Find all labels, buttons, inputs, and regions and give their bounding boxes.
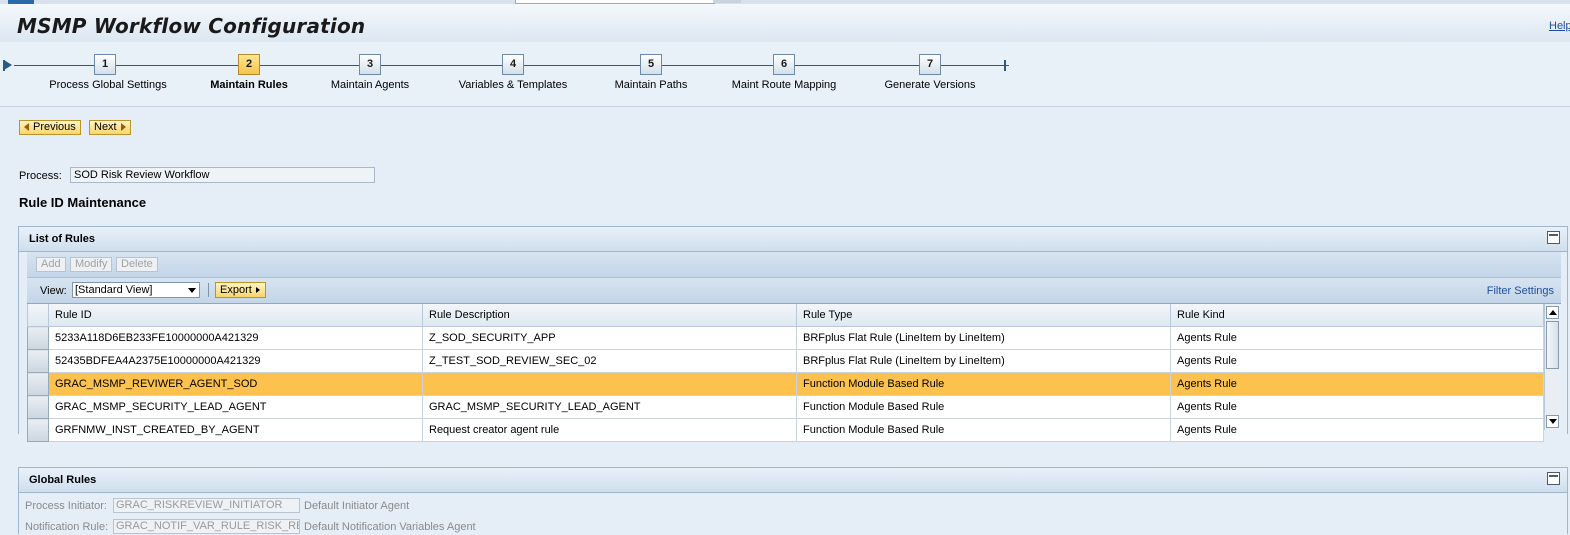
column-header-rule-id[interactable]: Rule ID — [48, 304, 423, 327]
table-row[interactable]: GRAC_MSMP_SECURITY_LEAD_AGENT GRAC_MSMP_… — [27, 395, 1544, 419]
roadmap-label-5[interactable]: Maintain Paths — [615, 79, 688, 91]
rules-toolbar: Add Modify Delete — [27, 252, 1561, 278]
select-all-cell[interactable] — [27, 304, 49, 327]
global-rules-title: Global Rules — [29, 474, 97, 486]
filter-settings-link[interactable]: Filter Settings — [1487, 285, 1554, 297]
rule-type-cell: Function Module Based Rule — [796, 418, 1171, 442]
roadmap-start-arrow-icon — [4, 60, 12, 70]
view-select[interactable]: [Standard View] — [72, 282, 200, 298]
scroll-down-icon[interactable] — [1546, 415, 1559, 428]
rule-description-cell: Request creator agent rule — [422, 418, 797, 442]
scroll-up-icon[interactable] — [1546, 306, 1559, 319]
vertical-scrollbar[interactable] — [1544, 304, 1561, 430]
list-of-rules-title: List of Rules — [29, 233, 96, 245]
table-header-row: Rule ID Rule Description Rule Type Rule … — [27, 304, 1544, 327]
process-initiator-field[interactable]: GRAC_RISKREVIEW_INITIATOR — [113, 498, 300, 513]
page-header: MSMP Workflow Configuration Help — [0, 4, 1570, 43]
roadmap-label-3[interactable]: Maintain Agents — [331, 79, 409, 91]
column-header-rule-type[interactable]: Rule Type — [796, 304, 1171, 327]
dropdown-triangle-icon — [255, 287, 260, 294]
rule-description-cell — [422, 372, 797, 396]
row-selector[interactable] — [27, 349, 49, 373]
rule-type-cell: Function Module Based Rule — [796, 372, 1171, 396]
list-of-rules-body: Add Modify Delete View: [Standard View] … — [19, 252, 1567, 442]
notification-rule-description: Default Notification Variables Agent — [304, 521, 476, 533]
view-toolbar: View: [Standard View] Export Filter Sett… — [27, 278, 1561, 304]
arrow-right-icon — [120, 123, 126, 132]
rule-description-cell: Z_TEST_SOD_REVIEW_SEC_02 — [422, 349, 797, 373]
roadmap: 1 Process Global Settings 2 Maintain Rul… — [0, 42, 1570, 107]
rule-type-cell: BRFplus Flat Rule (LineItem by LineItem) — [796, 326, 1171, 350]
delete-button[interactable]: Delete — [116, 257, 158, 272]
next-label: Next — [94, 121, 117, 133]
page-title: MSMP Workflow Configuration — [17, 14, 366, 38]
list-of-rules-header: List of Rules — [19, 227, 1567, 252]
rule-id-cell: 52435BDFEA4A2375E10000000A421329 — [48, 349, 423, 373]
scrollbar-thumb[interactable] — [1546, 321, 1559, 369]
rule-kind-cell: Agents Rule — [1170, 326, 1544, 350]
row-selector[interactable] — [27, 372, 49, 396]
global-rules-header: Global Rules — [19, 468, 1567, 493]
roadmap-step-2[interactable]: 2 — [238, 54, 260, 75]
rule-description-cell: GRAC_MSMP_SECURITY_LEAD_AGENT — [422, 395, 797, 419]
roadmap-step-3[interactable]: 3 — [359, 54, 381, 75]
table-row[interactable]: GRFNMW_INST_CREATED_BY_AGENT Request cre… — [27, 418, 1544, 442]
top-field-button[interactable] — [713, 0, 741, 3]
roadmap-end-bar — [1004, 60, 1006, 71]
view-label: View: — [40, 285, 67, 297]
collapse-icon[interactable] — [1547, 472, 1560, 485]
rule-id-cell: GRAC_MSMP_REVIWER_AGENT_SOD — [48, 372, 423, 396]
next-button[interactable]: Next — [89, 120, 131, 135]
rule-id-cell: 5233A118D6EB233FE10000000A421329 — [48, 326, 423, 350]
rule-id-cell: GRAC_MSMP_SECURITY_LEAD_AGENT — [48, 395, 423, 419]
column-header-rule-description[interactable]: Rule Description — [422, 304, 797, 327]
row-selector[interactable] — [27, 418, 49, 442]
section-title: Rule ID Maintenance — [19, 195, 147, 210]
process-field[interactable]: SOD Risk Review Workflow — [70, 167, 375, 183]
notification-rule-label: Notification Rule: — [25, 521, 109, 533]
rule-type-cell: Function Module Based Rule — [796, 395, 1171, 419]
collapse-icon[interactable] — [1547, 231, 1560, 244]
roadmap-step-4[interactable]: 4 — [502, 54, 524, 75]
roadmap-label-1[interactable]: Process Global Settings — [49, 79, 166, 91]
view-select-value: [Standard View] — [75, 284, 153, 296]
rule-kind-cell: Agents Rule — [1170, 372, 1544, 396]
roadmap-step-5[interactable]: 5 — [640, 54, 662, 75]
process-initiator-label: Process Initiator: — [25, 500, 107, 512]
modify-button[interactable]: Modify — [70, 257, 113, 272]
roadmap-label-2[interactable]: Maintain Rules — [210, 79, 288, 91]
arrow-left-icon — [24, 123, 29, 132]
roadmap-label-7[interactable]: Generate Versions — [884, 79, 975, 91]
row-selector[interactable] — [27, 326, 49, 350]
rules-table: Rule ID Rule Description Rule Type Rule … — [27, 304, 1561, 442]
table-row[interactable]: 5233A118D6EB233FE10000000A421329 Z_SOD_S… — [27, 326, 1544, 350]
rule-type-cell: BRFplus Flat Rule (LineItem by LineItem) — [796, 349, 1171, 373]
roadmap-step-6[interactable]: 6 — [773, 54, 795, 75]
table-row-selected[interactable]: GRAC_MSMP_REVIWER_AGENT_SOD Function Mod… — [27, 372, 1544, 396]
process-label: Process: — [19, 170, 62, 182]
table-row[interactable]: 52435BDFEA4A2375E10000000A421329 Z_TEST_… — [27, 349, 1544, 373]
previous-button[interactable]: Previous — [19, 120, 81, 135]
rule-kind-cell: Agents Rule — [1170, 418, 1544, 442]
export-button[interactable]: Export — [215, 282, 266, 298]
roadmap-step-1[interactable]: 1 — [94, 54, 116, 75]
rule-description-cell: Z_SOD_SECURITY_APP — [422, 326, 797, 350]
roadmap-label-6[interactable]: Maint Route Mapping — [732, 79, 837, 91]
rule-kind-cell: Agents Rule — [1170, 349, 1544, 373]
process-initiator-description: Default Initiator Agent — [304, 500, 410, 512]
help-link[interactable]: Help — [1549, 20, 1570, 32]
rule-kind-cell: Agents Rule — [1170, 395, 1544, 419]
column-header-rule-kind[interactable]: Rule Kind — [1170, 304, 1544, 327]
roadmap-step-7[interactable]: 7 — [919, 54, 941, 75]
add-button[interactable]: Add — [36, 257, 66, 272]
notification-rule-field[interactable]: GRAC_NOTIF_VAR_RULE_RISK_REV — [113, 519, 300, 534]
toolbar-separator — [208, 283, 209, 297]
roadmap-label-4[interactable]: Variables & Templates — [459, 79, 567, 91]
list-of-rules-panel: List of Rules Add Modify Delete View: [S… — [18, 226, 1568, 442]
chevron-down-icon — [188, 288, 196, 293]
row-selector[interactable] — [27, 395, 49, 419]
rule-id-cell: GRFNMW_INST_CREATED_BY_AGENT — [48, 418, 423, 442]
export-label: Export — [220, 284, 252, 296]
previous-label: Previous — [33, 121, 76, 133]
